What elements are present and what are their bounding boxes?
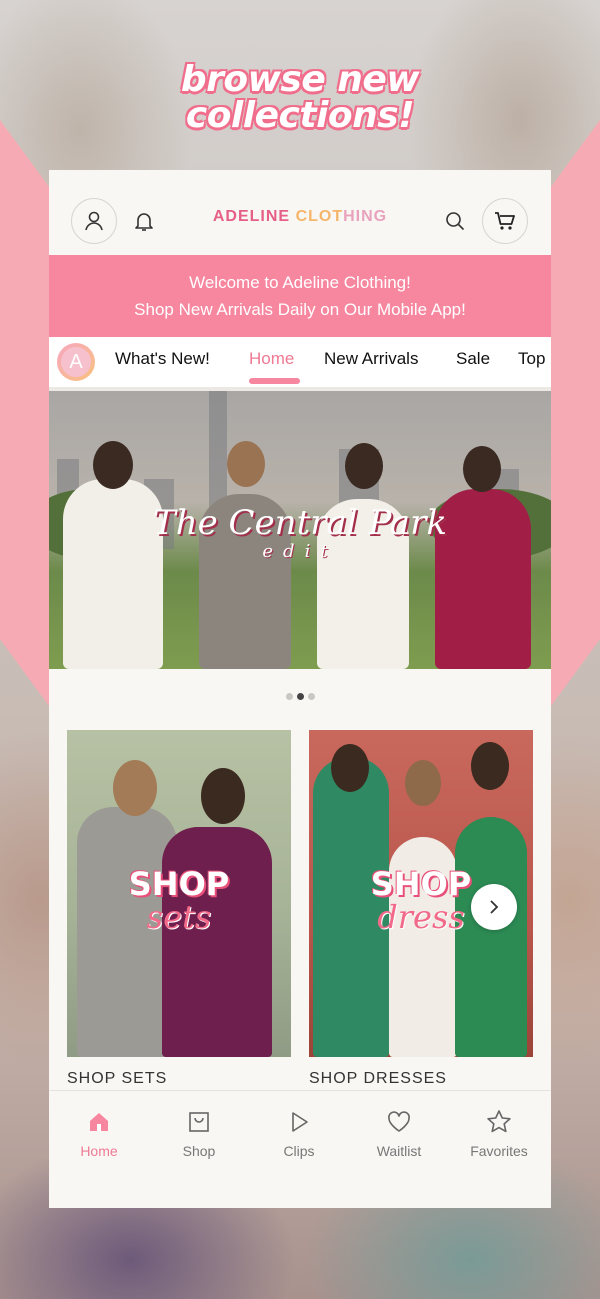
home-icon (90, 1113, 108, 1131)
brand-logo-part1: ADELINE (212, 208, 291, 225)
promo-line-1: browse new (180, 59, 420, 100)
play-icon (292, 1112, 308, 1132)
card-script-word: sets (146, 898, 212, 936)
nav-clips-label: Clips (283, 1143, 315, 1159)
pink-wedge-left (0, 120, 52, 710)
shop-sets-card[interactable]: SHOP sets (67, 730, 291, 1057)
hero-banner[interactable]: The Central Park edit (49, 391, 551, 669)
brand-logo[interactable]: ADELINE CLOTHING (49, 208, 551, 226)
cart-icon (495, 212, 515, 230)
promo-line-2: collections! (185, 95, 415, 136)
model-head (345, 443, 383, 489)
bottom-navigation: Home Shop Clips Waitlist Favorites (49, 1090, 551, 1208)
nav-waitlist-label: Waitlist (376, 1143, 422, 1159)
hero-subtitle: edit (262, 541, 338, 562)
cart-button[interactable] (482, 198, 528, 244)
nav-clips[interactable]: Clips (249, 1109, 349, 1159)
model-head (113, 760, 157, 816)
nav-home[interactable]: Home (49, 1109, 149, 1159)
heart-icon (388, 1111, 410, 1132)
model-head (201, 768, 245, 824)
brand-logo-part3: HING (343, 208, 388, 225)
model-head (463, 446, 501, 492)
collection-cards: SHOP sets SHOP dress SHOP SETS SHOP DRES… (49, 724, 551, 1144)
shopping-bag-icon (189, 1112, 209, 1132)
hero-title: The Central Park (153, 503, 447, 543)
category-tabs: A What's New! Home New Arrivals Sale Top (49, 337, 551, 387)
promo-headline: browse new collections! (0, 62, 600, 134)
model-head (471, 742, 509, 790)
model-head (227, 441, 265, 487)
welcome-line-2: Shop New Arrivals Daily on Our Mobile Ap… (134, 300, 466, 319)
tab-whats-new[interactable]: What's New! (115, 349, 210, 369)
search-button[interactable] (440, 206, 470, 236)
search-icon (446, 212, 465, 231)
nav-shop-label: Shop (182, 1143, 216, 1159)
brand-logo-part2: CLOT (295, 208, 344, 225)
nav-favorites[interactable]: Favorites (449, 1109, 549, 1159)
carousel-dot-active[interactable] (296, 693, 304, 700)
shop-dresses-label[interactable]: SHOP DRESSES (309, 1070, 447, 1088)
tab-sale[interactable]: Sale (456, 349, 490, 369)
model-head (93, 441, 133, 489)
model-figure (455, 817, 527, 1057)
nav-home-label: Home (80, 1143, 118, 1159)
top-bar: ADELINE CLOTHING (49, 170, 551, 255)
carousel-dot[interactable] (285, 693, 293, 700)
welcome-line-1: Welcome to Adeline Clothing! (189, 273, 411, 292)
app-screen: ADELINE CLOTHING Welcome to Adeline Clot… (49, 170, 551, 1208)
tab-new-arrivals[interactable]: New Arrivals (324, 349, 418, 369)
active-tab-indicator (249, 378, 300, 384)
tab-home[interactable]: Home (249, 349, 294, 369)
pink-wedge-right (548, 120, 600, 710)
shop-sets-label[interactable]: SHOP SETS (67, 1070, 167, 1088)
avatar-letter: A (61, 347, 91, 377)
brand-avatar[interactable]: A (57, 343, 95, 381)
model-head (331, 744, 369, 792)
nav-favorites-label: Favorites (470, 1143, 528, 1159)
welcome-banner: Welcome to Adeline Clothing! Shop New Ar… (49, 255, 551, 337)
carousel-dot[interactable] (307, 693, 315, 700)
model-head (405, 760, 441, 806)
nav-shop[interactable]: Shop (149, 1109, 249, 1159)
cards-next-button[interactable] (471, 884, 517, 930)
tab-top[interactable]: Top (518, 349, 545, 369)
carousel-indicator (49, 669, 551, 724)
chevron-right-icon (490, 900, 499, 914)
model-figure (162, 827, 272, 1057)
nav-waitlist[interactable]: Waitlist (349, 1109, 449, 1159)
star-icon (487, 1110, 511, 1133)
